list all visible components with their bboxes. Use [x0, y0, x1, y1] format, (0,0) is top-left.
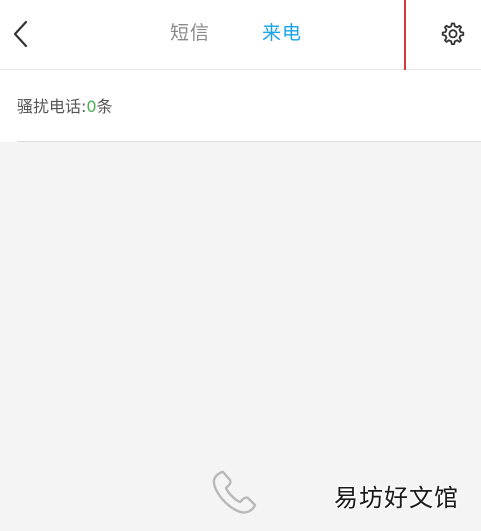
spam-call-count-text: 骚扰电话:0条 [17, 96, 113, 118]
phone-icon [212, 470, 257, 514]
spam-call-label: 骚扰电话: [17, 97, 87, 116]
gear-icon [441, 22, 465, 45]
tab-sms[interactable]: 短信 [170, 20, 210, 46]
spam-call-count: 0 [86, 97, 97, 116]
spam-call-summary: 骚扰电话:0条 [0, 70, 481, 142]
back-button[interactable] [4, 14, 38, 54]
chevron-left-icon [13, 20, 28, 48]
tab-incoming-calls[interactable]: 来电 [262, 20, 302, 46]
divider [17, 141, 481, 142]
top-bar: 短信 来电 [0, 0, 481, 86]
watermark: 易坊好文馆 [334, 484, 459, 512]
settings-button[interactable] [436, 18, 468, 50]
spam-call-unit: 条 [96, 97, 113, 116]
